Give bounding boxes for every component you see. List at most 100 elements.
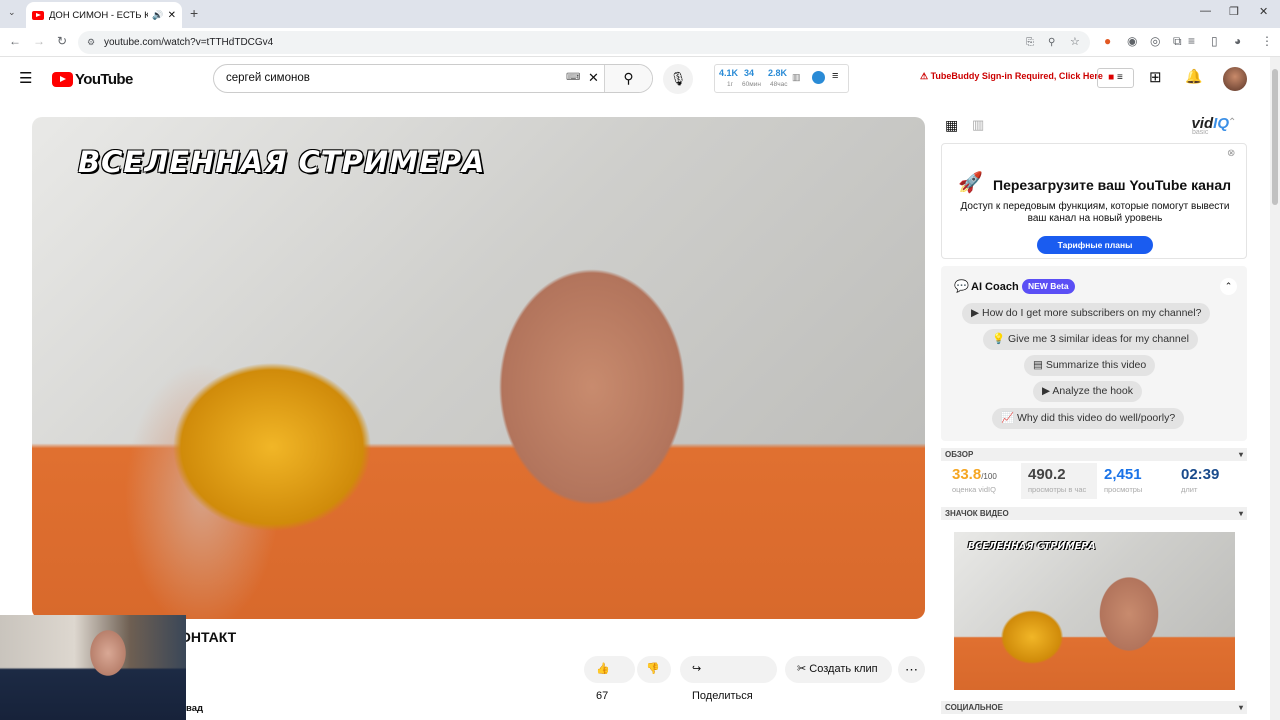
site-info-icon[interactable]: ⚙: [87, 31, 95, 54]
tab-search-icon[interactable]: ⌄: [8, 7, 16, 18]
youtube-favicon-icon: [32, 10, 44, 20]
profile-icon[interactable]: ◕: [1234, 34, 1241, 48]
social-section-header[interactable]: СОЦИАЛЬНОЕ ▾: [941, 701, 1247, 714]
score-value: 33.8/100: [952, 466, 997, 483]
question-button[interactable]: 📈 Why did this video do well/poorly?: [992, 408, 1185, 429]
scissors-icon: ✂: [797, 663, 807, 675]
rocket-icon: 🚀: [958, 172, 983, 194]
views-per-hour-label: просмотры в час: [1028, 485, 1087, 494]
views-per-hour-value: 490.2: [1028, 466, 1066, 483]
browser-tab[interactable]: ДОН СИМОН - ЕСТЬ КОНТАКТ 🔊 ✕: [26, 2, 182, 28]
voice-search-button[interactable]: 🎙: [663, 64, 693, 94]
video-title: ОНТАКТ: [180, 629, 237, 645]
address-bar[interactable]: ⚙ youtube.com/watch?v=tTTHdTDCGv4 ⎘ ⚲ ☆: [78, 31, 1090, 54]
stat-a-value: 4.1K: [719, 68, 739, 78]
share-button[interactable]: ↪ Поделиться: [680, 656, 777, 702]
question-button[interactable]: ▶ How do I get more subscribers on my ch…: [962, 303, 1211, 324]
stat-c-value: 2.8K: [768, 68, 788, 78]
tab-title: ДОН СИМОН - ЕСТЬ КОНТАКТ: [49, 9, 149, 21]
grid-view-icon[interactable]: ▦: [945, 117, 958, 134]
pricing-plans-button[interactable]: Тарифные планы: [1037, 236, 1153, 254]
social-toggle-icon: ▾: [1238, 703, 1243, 712]
clip-button[interactable]: ✂ Создать клип: [785, 656, 892, 683]
back-icon[interactable]: ←: [9, 34, 21, 48]
window-close-icon[interactable]: ✕: [1259, 5, 1268, 18]
close-promo-icon[interactable]: ⊗: [1227, 148, 1235, 159]
collapse-ai-coach-icon[interactable]: ⌃: [1220, 278, 1237, 295]
clear-search-icon[interactable]: ✕: [588, 70, 599, 86]
youtube-logo-text: YouTube: [75, 71, 133, 88]
overview-section-header[interactable]: ОБЗОР ▾: [941, 448, 1247, 461]
menu-lines-icon[interactable]: ≡: [832, 70, 838, 82]
bookmark-star-icon[interactable]: ☆: [1070, 31, 1080, 54]
reload-icon[interactable]: ↻: [57, 34, 67, 48]
views-value: 2,451: [1104, 466, 1142, 483]
extension-globe-icon[interactable]: ◉: [1127, 34, 1137, 48]
notifications-bell-icon[interactable]: 🔔: [1185, 68, 1202, 85]
minimize-icon[interactable]: —: [1200, 5, 1211, 17]
description-fragment: вад: [186, 703, 204, 714]
thumbnail-section-header[interactable]: ЗНАЧОК ВИДЕО ▾: [941, 507, 1247, 520]
search-icon: ⚲: [623, 70, 634, 86]
create-video-icon[interactable]: ⊞: [1149, 68, 1162, 86]
ai-coach-title: AI Coach: [971, 281, 1019, 293]
restore-icon[interactable]: ❐: [1229, 5, 1239, 18]
thumbnail-toggle-icon: ▾: [1238, 509, 1243, 518]
hamburger-menu-icon[interactable]: ☰: [19, 69, 32, 87]
forward-icon[interactable]: →: [33, 34, 45, 48]
video-player[interactable]: ВСЕЛЕННАЯ СТРИМЕРА: [32, 117, 925, 619]
thumbs-down-icon: 👎: [646, 663, 660, 675]
extension-fire-icon[interactable]: ●: [1104, 34, 1111, 48]
install-icon[interactable]: ⎘: [1026, 31, 1034, 54]
vidiq-logo-accent: IQ: [1213, 115, 1229, 132]
video-thumbnail[interactable]: ВСЕЛЕННАЯ СТРИМЕРА: [954, 532, 1235, 690]
search-box[interactable]: сергей симонов ⌨ ✕ ⚲: [213, 64, 653, 93]
bar-chart-icon[interactable]: ▥: [972, 117, 984, 133]
tab-close-icon[interactable]: ✕: [168, 10, 176, 21]
tubebuddy-notice[interactable]: ⚠ TubeBuddy Sign-in Required, Click Here: [920, 71, 1103, 82]
play-circle-icon[interactable]: [812, 71, 825, 84]
ai-coach-panel: 💬 AI Coach NEW Beta ⌃ ▶ How do I get mor…: [941, 266, 1247, 441]
like-button[interactable]: 👍 67: [584, 656, 635, 702]
thumbnail-overlay-text: ВСЕЛЕННАЯ СТРИМЕРА: [968, 541, 1096, 552]
zoom-icon[interactable]: ⚲: [1048, 31, 1055, 54]
youtube-play-icon: [52, 72, 73, 87]
views-label: просмотры: [1104, 485, 1143, 494]
search-button[interactable]: ⚲: [604, 65, 652, 92]
media-controls-icon[interactable]: ≡: [1188, 34, 1195, 48]
speaker-icon[interactable]: 🔊: [152, 10, 163, 21]
tubebuddy-menu-icon[interactable]: ■ ≡: [1097, 68, 1134, 88]
extension-circle-icon[interactable]: ◎: [1150, 34, 1160, 48]
question-button[interactable]: ▤ Summarize this video: [1024, 355, 1156, 376]
question-text: Analyze the hook: [1052, 385, 1133, 397]
url-text: youtube.com/watch?v=tTTHdTDCGv4: [104, 37, 274, 48]
more-actions-button[interactable]: ⋯: [898, 656, 925, 683]
overview-label: ОБЗОР: [945, 450, 974, 459]
thumbs-up-icon: 👍: [596, 663, 610, 675]
stat-b-value: 34: [744, 68, 755, 78]
collapse-chevron-icon[interactable]: ⌃: [1228, 117, 1236, 128]
chrome-menu-icon[interactable]: ⋮: [1261, 34, 1273, 48]
new-tab-icon[interactable]: +: [190, 5, 198, 21]
vidiq-score-metric: 33.8/100 оценка vidIQ: [945, 463, 1021, 499]
scrollbar-thumb[interactable]: [1272, 69, 1278, 205]
keyboard-icon[interactable]: ⌨: [566, 72, 580, 83]
question-button[interactable]: 💡 Give me 3 similar ideas for my channel: [983, 329, 1198, 350]
overview-toggle-icon: ▾: [1238, 450, 1243, 459]
page-scrollbar[interactable]: [1270, 57, 1280, 720]
score-label: оценка vidIQ: [952, 485, 996, 494]
question-text: Give me 3 similar ideas for my channel: [1008, 333, 1189, 345]
side-panel-icon[interactable]: ▯: [1211, 34, 1218, 48]
vidiq-plan-label: basic: [1192, 129, 1209, 136]
question-button[interactable]: ▶ Analyze the hook: [1033, 381, 1142, 402]
extensions-puzzle-icon[interactable]: ⧉: [1173, 34, 1182, 49]
search-input[interactable]: сергей симонов: [226, 72, 310, 84]
question-text: How do I get more subscribers on my chan…: [982, 307, 1202, 319]
avatar[interactable]: [1223, 67, 1247, 91]
dislike-button[interactable]: 👎: [637, 656, 671, 683]
promo-heading: Перезагрузите ваш YouTube канал: [993, 177, 1232, 193]
chart-icon[interactable]: ▥: [792, 72, 801, 83]
duration-value: 02:39: [1181, 466, 1220, 483]
promo-description: Доступ к передовым функциям, которые пом…: [960, 201, 1230, 224]
youtube-logo[interactable]: YouTube: [52, 71, 133, 88]
